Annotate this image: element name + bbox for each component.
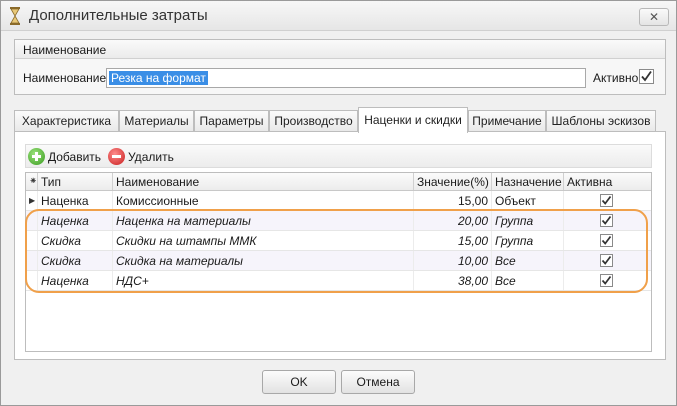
name-input[interactable]: Резка на формат [106,68,586,88]
window-title: Дополнительные затраты [29,7,208,24]
add-button-label: Добавить [48,150,102,164]
row-indicator [26,211,38,230]
cell-name[interactable]: Наценка на материалы [113,211,414,230]
header-name[interactable]: Наименование [113,173,414,190]
cell-target[interactable]: Все [492,271,564,290]
active-label: Активно [593,71,639,85]
cell-name[interactable]: НДС+ [113,271,414,290]
cell-active [564,191,651,210]
dialog-window: Дополнительные затраты ✕ Наименование На… [0,0,677,406]
cell-value[interactable]: 10,00 [414,251,492,270]
cell-target[interactable]: Все [492,251,564,270]
ok-button[interactable]: OK [262,370,336,394]
cell-active [564,271,651,290]
cell-value[interactable]: 38,00 [414,271,492,290]
delete-button[interactable]: Удалить [108,148,174,166]
active-row-checkbox[interactable] [600,234,613,247]
header-indicator: ⁕ [26,173,38,190]
active-row-checkbox[interactable] [600,194,613,207]
tab-panel: Добавить Удалить ⁕ Тип Наименование Знач… [14,131,666,360]
delete-icon [108,148,125,165]
tab-production[interactable]: Производство [269,110,358,132]
cell-value[interactable]: 15,00 [414,191,492,210]
active-row-checkbox[interactable] [600,214,613,227]
row-indicator [26,251,38,270]
cell-target[interactable]: Группа [492,231,564,250]
cell-name[interactable]: Комиссионные [113,191,414,210]
row-indicator [26,271,38,290]
tab-sketch-templates[interactable]: Шаблоны эскизов [546,110,656,132]
tab-materials[interactable]: Материалы [119,110,194,132]
table-row[interactable]: Наценка НДС+ 38,00 Все [26,271,651,291]
header-type[interactable]: Тип [38,173,113,190]
name-input-value: Резка на формат [109,71,208,85]
active-checkbox[interactable] [639,69,654,84]
grid-header: ⁕ Тип Наименование Значение(%) Назначени… [26,173,651,191]
cell-type[interactable]: Скидка [38,251,113,270]
cell-type[interactable]: Скидка [38,231,113,250]
markups-grid: ⁕ Тип Наименование Значение(%) Назначени… [25,172,652,352]
delete-button-label: Удалить [128,150,174,164]
header-target[interactable]: Назначение [492,173,564,190]
cell-type[interactable]: Наценка [38,271,113,290]
tab-notes[interactable]: Примечание [468,110,546,132]
tab-parameters[interactable]: Параметры [194,110,269,132]
table-row[interactable]: Наценка Наценка на материалы 20,00 Группа [26,211,651,231]
tab-markups-discounts[interactable]: Наценки и скидки [358,107,468,133]
row-indicator: ▶ [26,191,38,210]
cell-value[interactable]: 15,00 [414,231,492,250]
row-indicator [26,231,38,250]
cell-name[interactable]: Скидка на материалы [113,251,414,270]
hourglass-icon [10,7,20,25]
header-active[interactable]: Активна [564,173,651,190]
add-icon [28,148,45,165]
tab-strip: Характеристика Материалы Параметры Произ… [14,107,666,133]
close-button[interactable]: ✕ [639,8,669,26]
cell-active [564,251,651,270]
cell-name[interactable]: Скидки на штампы ММК [113,231,414,250]
active-row-checkbox[interactable] [600,274,613,287]
table-row[interactable]: ▶ Наценка Комиссионные 15,00 Объект [26,191,651,211]
cell-type[interactable]: Наценка [38,191,113,210]
group-header: Наименование [15,40,665,59]
active-row-checkbox[interactable] [600,254,613,267]
group-title: Наименование [23,43,107,57]
table-row[interactable]: Скидка Скидка на материалы 10,00 Все [26,251,651,271]
name-group: Наименование Наименование: Резка на форм… [14,39,666,95]
cell-target[interactable]: Группа [492,211,564,230]
cell-type[interactable]: Наценка [38,211,113,230]
title-bar[interactable]: Дополнительные затраты ✕ [1,1,676,31]
tab-characteristics[interactable]: Характеристика [14,110,119,132]
cancel-button[interactable]: Отмена [341,370,415,394]
cell-active [564,231,651,250]
cell-active [564,211,651,230]
header-value[interactable]: Значение(%) [414,173,492,190]
cell-target[interactable]: Объект [492,191,564,210]
table-row[interactable]: Скидка Скидки на штампы ММК 15,00 Группа [26,231,651,251]
grid-toolbar: Добавить Удалить [25,144,652,168]
name-field-label: Наименование: [23,71,110,85]
add-button[interactable]: Добавить [28,148,101,166]
cell-value[interactable]: 20,00 [414,211,492,230]
